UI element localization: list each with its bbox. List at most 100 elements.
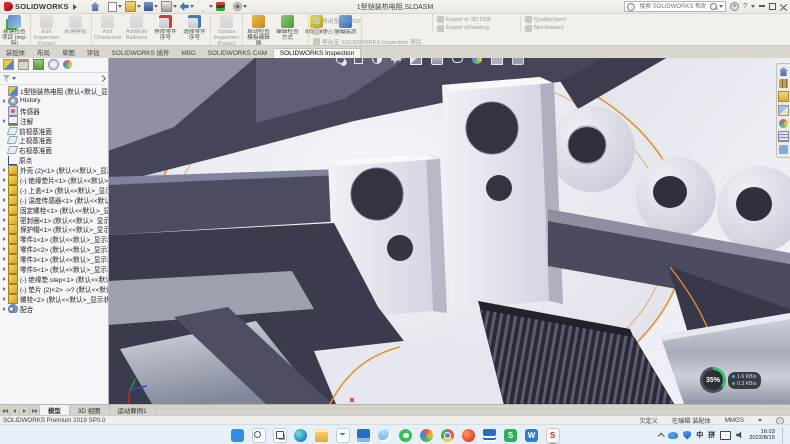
taskbar-app-icon[interactable] xyxy=(441,429,454,442)
tree-item[interactable]: (-) 上盖<1> (默认<<默认>_显示状 xyxy=(0,185,108,195)
quick-access-icon[interactable] xyxy=(108,2,117,12)
command-tab[interactable]: SOLIDWORKS Inspection xyxy=(273,48,361,58)
manager-tab-icon[interactable] xyxy=(63,60,72,69)
export-menu-item[interactable]: QualityXpert xyxy=(525,16,566,23)
quick-access-icon[interactable] xyxy=(233,2,242,11)
ribbon-button[interactable]: Add Characteristic xyxy=(93,13,122,45)
chevron-down-icon[interactable] xyxy=(719,5,723,8)
task-pane-icon[interactable] xyxy=(778,105,789,116)
login-user-icon[interactable] xyxy=(730,2,739,11)
expand-arrow-icon[interactable] xyxy=(3,208,6,212)
tree-item[interactable]: 保护帽<1> (默认<<默认>_显示状 xyxy=(0,224,108,234)
expand-arrow-icon[interactable] xyxy=(3,277,6,281)
tree-item[interactable]: 零件1<1> (默认<<默认>_显示状态 xyxy=(0,234,108,244)
taskbar-app-icon[interactable] xyxy=(315,429,328,442)
ribbon-button-icon[interactable] xyxy=(220,15,233,28)
export-menu-item[interactable]: 导出至 SOLIDWORKS Inspection 项目 xyxy=(313,37,422,46)
command-tab[interactable]: MBD xyxy=(175,49,201,58)
chevron-down-icon[interactable] xyxy=(190,5,194,8)
taskbar-app-icon[interactable] xyxy=(483,429,496,442)
taskbar-app-icon[interactable]: W xyxy=(525,429,538,442)
restore-button[interactable] xyxy=(769,3,776,10)
quick-access-button[interactable] xyxy=(197,1,213,12)
export-menu-item[interactable]: Export eDrawing xyxy=(437,25,491,32)
tree-item[interactable]: 右视基准面 xyxy=(0,145,108,155)
ribbon-button-icon[interactable] xyxy=(69,15,82,28)
taskbar-app-button[interactable] xyxy=(273,428,287,442)
minimize-button[interactable] xyxy=(759,5,765,7)
ribbon-button-icon[interactable] xyxy=(40,15,53,28)
help-icon[interactable]: ? xyxy=(743,3,747,10)
quick-access-button[interactable] xyxy=(91,2,105,11)
taskbar-app-button[interactable] xyxy=(315,428,329,442)
ime-language-indicator[interactable]: 中 xyxy=(696,430,703,440)
task-pane-icon[interactable] xyxy=(779,145,788,154)
tree-item[interactable]: 前视基准面 xyxy=(0,126,108,136)
command-tab[interactable]: 草图 xyxy=(56,47,81,58)
search-input[interactable] xyxy=(637,3,708,11)
ribbon-button[interactable]: 移除零件序号 xyxy=(151,13,180,45)
menu-expand-icon[interactable] xyxy=(73,4,77,10)
quick-access-button[interactable] xyxy=(144,2,158,11)
tree-item[interactable]: (-) 绝缘垫片<1> (默认<<默认>_显 xyxy=(0,175,108,185)
chevron-down-icon[interactable] xyxy=(118,5,122,8)
quick-access-icon[interactable] xyxy=(144,2,153,11)
ribbon-button[interactable]: 选择零件序号 xyxy=(180,13,211,45)
taskbar-app-button[interactable] xyxy=(336,428,350,442)
taskbar-app-icon[interactable] xyxy=(231,429,244,442)
close-button[interactable] xyxy=(780,3,787,10)
tree-item[interactable]: 固定螺栓<1> (默认<<默认>_显示 xyxy=(0,205,108,215)
expand-arrow-icon[interactable] xyxy=(3,287,6,291)
expand-arrow-icon[interactable] xyxy=(3,188,6,192)
ribbon-button[interactable]: 启动检查模板编辑器 xyxy=(244,13,273,45)
taskbar-app-icon[interactable] xyxy=(294,429,307,442)
taskbar-app-button[interactable] xyxy=(420,428,434,442)
tree-item[interactable]: 上视基准面 xyxy=(0,135,108,145)
task-pane-icon[interactable] xyxy=(779,67,788,76)
ribbon-button-icon[interactable] xyxy=(101,15,114,28)
expand-arrow-icon[interactable] xyxy=(3,267,6,271)
chevron-down-icon[interactable] xyxy=(173,5,177,8)
ribbon-button-icon[interactable] xyxy=(188,15,201,28)
ribbon-button-icon[interactable] xyxy=(159,15,172,28)
export-menu-item[interactable]: Export to 3D PDF xyxy=(437,16,491,23)
expand-arrow-icon[interactable] xyxy=(3,307,6,311)
taskbar-app-button[interactable] xyxy=(231,428,245,442)
tree-item[interactable]: (-) 温度传感器<1> (默认<<默认>_ xyxy=(0,195,108,205)
taskbar-app-button[interactable] xyxy=(252,428,266,442)
command-tab[interactable]: 装配体 xyxy=(0,47,31,58)
chevron-down-icon[interactable] xyxy=(209,5,213,8)
taskbar-app-icon[interactable] xyxy=(378,429,391,442)
tree-item[interactable]: 密封圈<1> (默认<<默认>_显示状 xyxy=(0,215,108,225)
expand-arrow-icon[interactable] xyxy=(3,297,6,301)
quick-access-icon[interactable] xyxy=(91,2,100,11)
taskbar-app-icon[interactable] xyxy=(252,428,266,443)
task-pane-icon[interactable] xyxy=(778,131,789,142)
taskbar-app-icon[interactable] xyxy=(336,428,350,443)
quick-access-icon[interactable] xyxy=(197,1,208,12)
show-desktop-button[interactable] xyxy=(782,427,786,443)
search-box[interactable] xyxy=(624,1,726,12)
quick-access-button[interactable] xyxy=(233,2,247,11)
command-tab[interactable]: SOLIDWORKS CAM xyxy=(202,49,273,58)
tree-item[interactable]: 配合 xyxy=(0,304,108,314)
tree-item[interactable]: 螺栓<2> (默认<<默认>_显示状态 xyxy=(0,294,108,304)
command-tab[interactable]: SOLIDWORKS 插件 xyxy=(106,47,176,58)
quick-access-button[interactable] xyxy=(108,2,122,12)
taskbar-app-button[interactable] xyxy=(441,428,455,442)
manager-tab-icon[interactable] xyxy=(48,59,59,70)
quick-access-icon[interactable] xyxy=(125,1,136,12)
export-menu-item[interactable]: Net-Inspect xyxy=(525,25,566,32)
manager-tab-icon[interactable] xyxy=(18,59,29,70)
taskbar-app-button[interactable]: S xyxy=(546,428,560,442)
command-tab[interactable]: 评估 xyxy=(81,47,106,58)
ribbon-button[interactable]: 编辑检查方式 xyxy=(273,13,302,45)
chevron-down-icon[interactable] xyxy=(154,5,158,8)
ribbon-button[interactable]: 新建检查项目 (imp:特) xyxy=(0,13,31,45)
expand-arrow-icon[interactable] xyxy=(3,237,6,241)
quick-access-button[interactable] xyxy=(125,1,141,12)
expand-arrow-icon[interactable] xyxy=(3,257,6,261)
tree-item[interactable]: 零件5<1> (默认<<默认>_显示状 xyxy=(0,264,108,274)
command-tab[interactable]: 布局 xyxy=(31,47,56,58)
search-icon[interactable] xyxy=(710,3,717,10)
